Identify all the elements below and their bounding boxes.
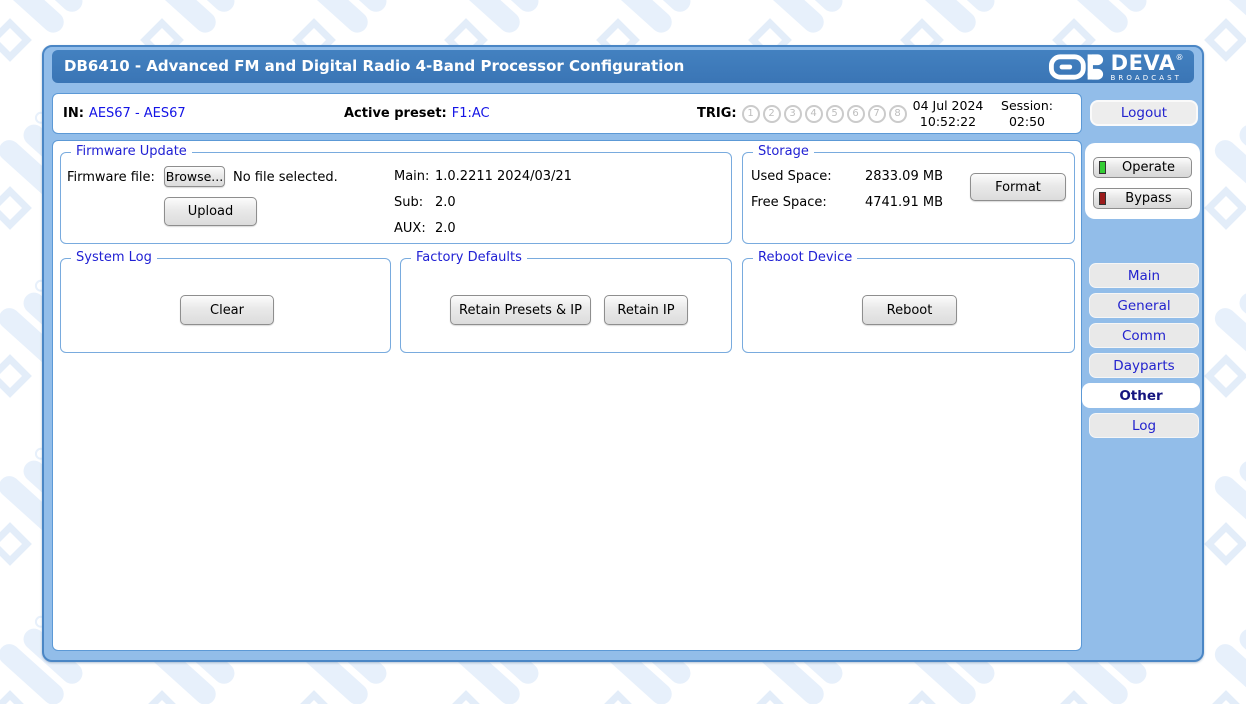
page-title: DB6410 - Advanced FM and Digital Radio 4…	[64, 50, 684, 83]
brand-subtitle: BROADCAST	[1110, 75, 1182, 82]
browse-button[interactable]: Browse...	[164, 166, 225, 187]
brand-text: DEVA® BROADCAST	[1110, 53, 1184, 82]
status-bar: IN: AES67 - AES67 Active preset: F1:AC T…	[52, 93, 1082, 134]
operate-bypass-panel: Operate Bypass	[1085, 143, 1200, 219]
firmware-sub-value: 2.0	[435, 195, 456, 210]
preset-label: Active preset:	[344, 106, 447, 121]
firmware-main-value: 1.0.2211 2024/03/21	[435, 169, 572, 184]
trig-indicator-3: 3	[784, 105, 802, 123]
trig-label: TRIG:	[697, 106, 737, 121]
deva-watermark-icon	[1200, 108, 1246, 248]
reboot-button[interactable]: Reboot	[862, 295, 957, 325]
registered-mark-icon: ®	[1176, 54, 1185, 62]
sidebar-item-comm[interactable]: Comm	[1089, 323, 1199, 348]
firmware-sub-label: Sub:	[394, 195, 423, 210]
retain-ip-button[interactable]: Retain IP	[604, 295, 688, 325]
trig-indicator-4: 4	[805, 105, 823, 123]
firmware-aux-label: AUX:	[394, 221, 426, 236]
deva-watermark-icon	[1200, 612, 1246, 704]
input-status: IN: AES67 - AES67	[63, 94, 186, 133]
logout-button[interactable]: Logout	[1090, 100, 1198, 126]
deva-logo: DEVA® BROADCAST	[1048, 52, 1184, 82]
deva-watermark-icon	[1200, 0, 1246, 80]
main-window: DB6410 - Advanced FM and Digital Radio 4…	[42, 45, 1204, 662]
bypass-label: Bypass	[1106, 191, 1191, 206]
operate-label: Operate	[1106, 160, 1191, 175]
section-system-log: System Log Clear	[60, 258, 391, 353]
in-label: IN:	[63, 106, 84, 121]
sidebar-item-main[interactable]: Main	[1089, 263, 1199, 288]
sidebar-item-log[interactable]: Log	[1089, 413, 1199, 438]
reboot-device-title: Reboot Device	[753, 250, 857, 265]
title-bar: DB6410 - Advanced FM and Digital Radio 4…	[52, 50, 1194, 83]
trig-indicator-2: 2	[763, 105, 781, 123]
firmware-file-label: Firmware file:	[67, 170, 155, 185]
session-info: Session: 02:50	[977, 98, 1077, 130]
in-value: AES67 - AES67	[89, 106, 186, 121]
brand-name: DEVA	[1111, 53, 1176, 74]
free-space-label: Free Space:	[751, 195, 827, 210]
upload-button[interactable]: Upload	[164, 197, 257, 226]
preset-value: F1:AC	[452, 106, 490, 121]
active-preset-status: Active preset: F1:AC	[344, 94, 490, 133]
trig-indicator-6: 6	[847, 105, 865, 123]
used-space-label: Used Space:	[751, 169, 832, 184]
factory-defaults-title: Factory Defaults	[411, 250, 527, 265]
storage-title: Storage	[753, 144, 814, 159]
sidebar-item-general[interactable]: General	[1089, 293, 1199, 318]
session-label: Session:	[977, 98, 1077, 114]
section-reboot-device: Reboot Device Reboot	[742, 258, 1075, 353]
operate-led-icon	[1099, 161, 1106, 174]
trig-indicator-5: 5	[826, 105, 844, 123]
used-space-value: 2833.09 MB	[843, 169, 943, 184]
firmware-aux-value: 2.0	[435, 221, 456, 236]
firmware-main-label: Main:	[394, 169, 429, 184]
firmware-update-title: Firmware Update	[71, 144, 192, 159]
section-storage: Storage Used Space: 2833.09 MB Free Spac…	[742, 152, 1075, 244]
clear-button[interactable]: Clear	[180, 295, 274, 325]
trig-indicator-1: 1	[742, 105, 760, 123]
format-button[interactable]: Format	[970, 173, 1066, 201]
section-firmware-update: Firmware Update Firmware file: Browse...…	[60, 152, 732, 244]
sidebar-item-dayparts[interactable]: Dayparts	[1089, 353, 1199, 378]
content-panel: Firmware Update Firmware file: Browse...…	[52, 140, 1082, 651]
deva-watermark-icon	[1200, 444, 1246, 584]
bypass-led-icon	[1099, 192, 1106, 205]
section-factory-defaults: Factory Defaults Retain Presets & IP Ret…	[400, 258, 732, 353]
retain-presets-ip-button[interactable]: Retain Presets & IP	[450, 295, 591, 325]
no-file-text: No file selected.	[233, 170, 338, 185]
operate-button[interactable]: Operate	[1093, 157, 1192, 178]
session-value: 02:50	[977, 114, 1077, 130]
bypass-button[interactable]: Bypass	[1093, 188, 1192, 209]
system-log-title: System Log	[71, 250, 157, 265]
deva-watermark-icon	[1200, 276, 1246, 416]
free-space-value: 4741.91 MB	[843, 195, 943, 210]
trigger-status: TRIG: 1 2 3 4 5 6 7 8	[697, 94, 907, 133]
sidebar-item-other[interactable]: Other	[1082, 383, 1200, 408]
db-emblem-icon	[1048, 52, 1106, 82]
